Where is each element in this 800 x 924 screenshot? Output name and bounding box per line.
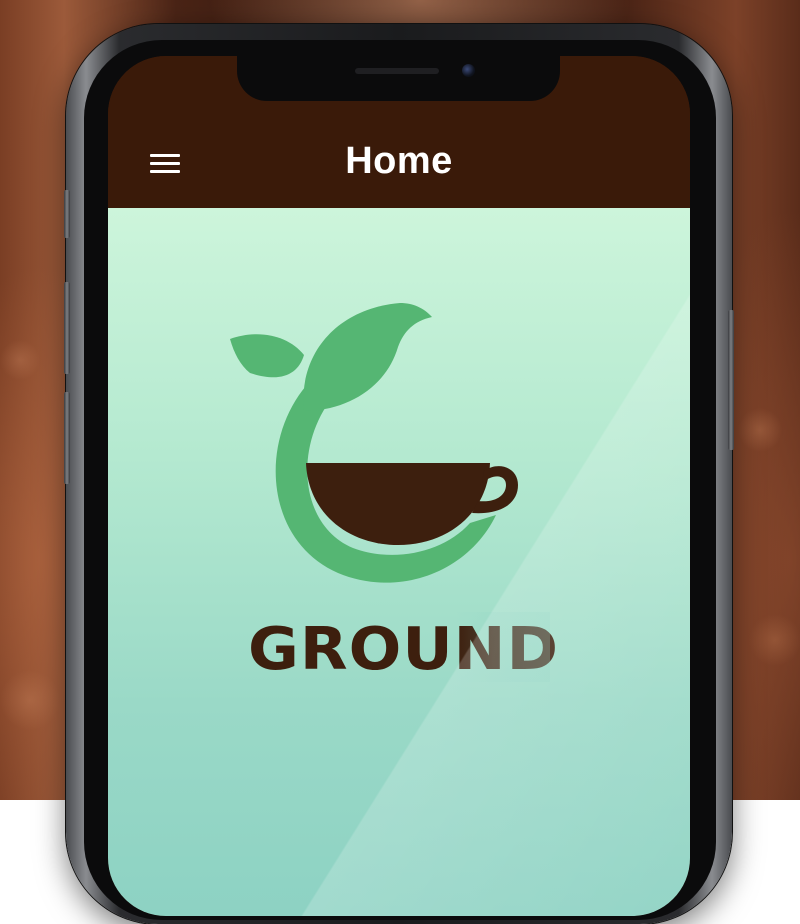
page-title: Home bbox=[345, 140, 453, 182]
earpiece-speaker bbox=[355, 68, 439, 74]
phone-mute-switch bbox=[64, 190, 70, 238]
app-screen: Home GROUND bbox=[108, 56, 690, 916]
phone-volume-up-button bbox=[64, 282, 70, 374]
home-content: GROUND bbox=[108, 208, 690, 916]
brand-name: GROUND bbox=[248, 613, 560, 684]
leaf-coffee-cup-logo bbox=[230, 303, 518, 583]
phone-volume-down-button bbox=[64, 392, 70, 484]
phone-power-button bbox=[728, 310, 734, 450]
front-camera-icon bbox=[462, 64, 475, 77]
phone-notch bbox=[237, 56, 560, 101]
logo-small-leaf-icon bbox=[230, 334, 304, 378]
logo-large-leaf-icon bbox=[303, 303, 432, 411]
